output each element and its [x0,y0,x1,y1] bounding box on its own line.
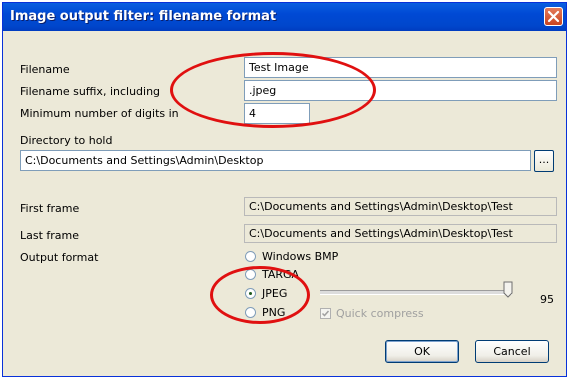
directory-label: Directory to hold [20,134,113,147]
cancel-button[interactable]: Cancel [475,340,549,363]
slider-thumb-icon[interactable] [503,281,513,298]
quick-compress-checkbox[interactable]: Quick compress [320,307,424,320]
quality-value: 95 [540,293,554,306]
last-frame-value: C:\Documents and Settings\Admin\Desktop\… [244,224,557,243]
filename-label: Filename [20,63,70,76]
filename-field[interactable]: Test Image [244,57,557,78]
ok-button[interactable]: OK [385,340,459,363]
checkbox-icon [320,308,331,319]
radio-button-icon [245,269,256,280]
quality-slider[interactable] [320,290,512,295]
first-frame-label: First frame [20,202,80,215]
min-digits-field[interactable]: 4 [244,103,310,124]
radio-button-icon [245,251,256,262]
window-title: Image output filter: filename format [10,9,277,24]
filename-suffix-field[interactable]: .jpeg [244,80,557,101]
checkbox-label: Quick compress [336,307,424,320]
close-icon [547,10,560,23]
last-frame-label: Last frame [20,229,80,242]
browse-button[interactable]: ... [534,150,554,172]
min-digits-label: Minimum number of digits in [20,107,179,120]
radio-button-icon [245,307,256,318]
radio-button-selected-icon [245,288,256,299]
filename-suffix-label: Filename suffix, including [20,85,161,98]
radio-label: Windows BMP [262,250,339,263]
radio-targa[interactable]: TARGA [245,268,299,282]
radio-label: PNG [262,306,286,319]
directory-field[interactable]: C:\Documents and Settings\Admin\Desktop [20,150,531,171]
output-format-label: Output format [20,251,99,264]
radio-label: TARGA [262,268,300,281]
radio-jpeg[interactable]: JPEG [245,287,287,301]
close-button[interactable] [544,7,563,26]
radio-png[interactable]: PNG [245,306,285,320]
radio-windows-bmp[interactable]: Windows BMP [245,250,338,264]
radio-label: JPEG [262,287,288,300]
first-frame-value: C:\Documents and Settings\Admin\Desktop\… [244,197,557,216]
title-bar[interactable]: Image output filter: filename format [3,3,566,31]
